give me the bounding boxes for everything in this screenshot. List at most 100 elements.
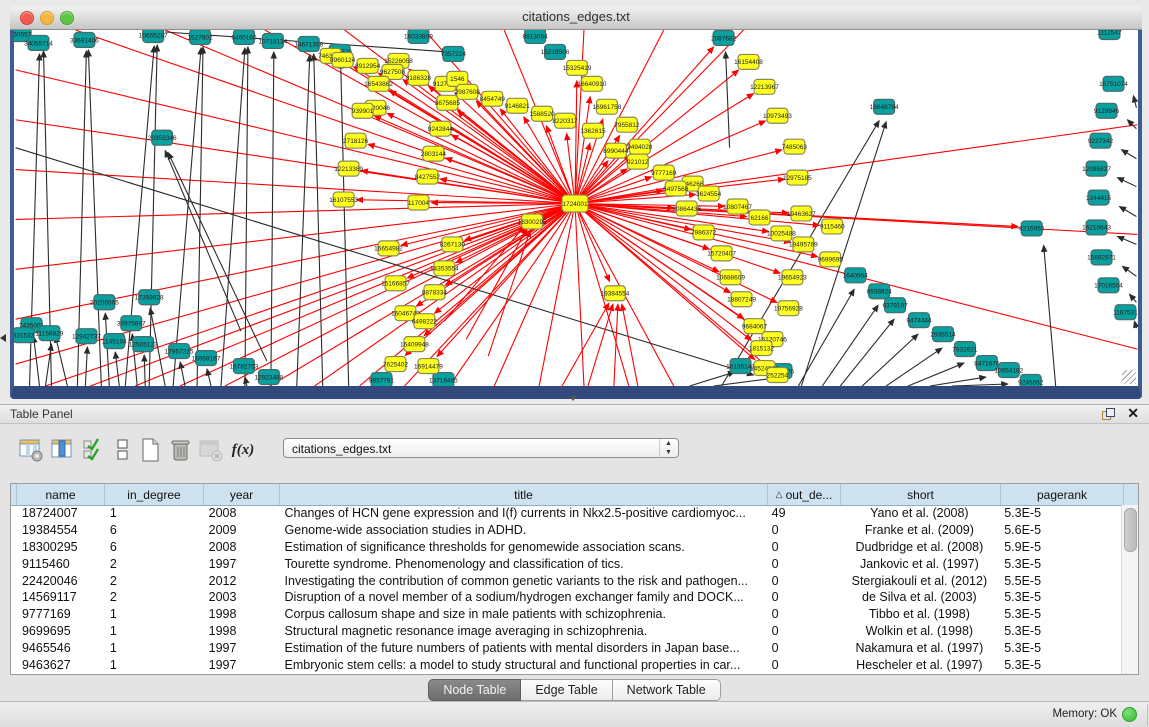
- cell-year[interactable]: 2008: [204, 540, 280, 554]
- cell-name[interactable]: 9463627: [17, 658, 105, 672]
- table-row[interactable]: 1938455462009Genome-wide association stu…: [11, 522, 1122, 539]
- cell-out-de-[interactable]: 0: [767, 607, 840, 621]
- cell-pagerank[interactable]: 5.3E-5: [999, 607, 1122, 621]
- table-row[interactable]: 1830029562008Estimation of significance …: [11, 539, 1122, 556]
- table-settings-icon[interactable]: [18, 436, 44, 464]
- column-visibility-icon[interactable]: [50, 436, 76, 464]
- table-row[interactable]: 977716911998Corpus callosum shape and si…: [11, 606, 1122, 623]
- cell-in-degree[interactable]: 1: [105, 607, 204, 621]
- cell-in-degree[interactable]: 6: [105, 540, 204, 554]
- cell-name[interactable]: 9777169: [17, 607, 105, 621]
- cell-short[interactable]: Franke et al. (2009): [840, 523, 1000, 537]
- cell-short[interactable]: Stergiakouli et al. (2012): [840, 574, 1000, 588]
- cell-pagerank[interactable]: 5.9E-5: [999, 540, 1122, 554]
- cell-year[interactable]: 1997: [204, 658, 280, 672]
- cell-pagerank[interactable]: 5.3E-5: [999, 624, 1122, 638]
- cell-out-de-[interactable]: 0: [767, 523, 840, 537]
- table-row[interactable]: 2242004622012Investigating the contribut…: [11, 572, 1122, 589]
- cell-out-de-[interactable]: 49: [767, 506, 840, 520]
- cell-in-degree[interactable]: 6: [105, 523, 204, 537]
- cell-short[interactable]: Tibbo et al. (1998): [840, 607, 1000, 621]
- column-header-out-de-[interactable]: △out_de...: [768, 484, 841, 505]
- tab-network-table[interactable]: Network Table: [613, 679, 721, 701]
- cell-name[interactable]: 14569117: [17, 590, 105, 604]
- cell-in-degree[interactable]: 2: [105, 574, 204, 588]
- cell-pagerank[interactable]: 5.3E-5: [999, 641, 1122, 655]
- cell-year[interactable]: 1998: [204, 607, 280, 621]
- cell-short[interactable]: Jankovic et al. (1997): [840, 557, 1000, 571]
- table-row[interactable]: 969969511998Structural magnetic resonanc…: [11, 623, 1122, 640]
- cell-pagerank[interactable]: 5.3E-5: [999, 506, 1122, 520]
- divider-handle-icon[interactable]: [569, 396, 577, 401]
- window-resize-grip[interactable]: [1122, 370, 1136, 384]
- network-view[interactable]: 3505573405571433691406106552871527602646…: [14, 30, 1138, 386]
- column-header-pagerank[interactable]: pagerank: [1001, 484, 1124, 505]
- window-title-bar[interactable]: citations_edges.txt: [10, 6, 1142, 30]
- cell-year[interactable]: 2009: [204, 523, 280, 537]
- cell-year[interactable]: 1997: [204, 641, 280, 655]
- cell-in-degree[interactable]: 1: [105, 624, 204, 638]
- column-header-year[interactable]: year: [204, 484, 280, 505]
- cell-name[interactable]: 9465546: [17, 641, 105, 655]
- float-window-icon[interactable]: [1102, 408, 1115, 420]
- column-header-in-degree[interactable]: in_degree: [105, 484, 204, 505]
- cell-short[interactable]: Hescheler et al. (1997): [840, 658, 1000, 672]
- cell-title[interactable]: Corpus callosum shape and size in male p…: [280, 607, 767, 621]
- delete-column-icon[interactable]: [168, 436, 194, 464]
- cell-short[interactable]: Wolkin et al. (1998): [840, 624, 1000, 638]
- row-height-icon[interactable]: [110, 436, 136, 464]
- cell-short[interactable]: Dudbridge et al. (2008): [840, 540, 1000, 554]
- new-column-icon[interactable]: [138, 436, 164, 464]
- cell-title[interactable]: Estimation of significance thresholds fo…: [280, 540, 767, 554]
- cell-title[interactable]: Tourette syndrome. Phenomenology and cla…: [280, 557, 767, 571]
- dropdown-spinner-icon[interactable]: ▲▼: [659, 439, 674, 459]
- function-builder-icon[interactable]: f(x): [230, 436, 256, 464]
- cell-in-degree[interactable]: 1: [105, 641, 204, 655]
- scrollbar-thumb[interactable]: [1124, 508, 1137, 552]
- cell-title[interactable]: Investigating the contribution of common…: [280, 574, 767, 588]
- cell-out-de-[interactable]: 0: [767, 658, 840, 672]
- tab-edge-table[interactable]: Edge Table: [521, 679, 612, 701]
- graph-nodes[interactable]: 3505573405571433691406106552871527602646…: [14, 30, 1138, 386]
- cell-in-degree[interactable]: 2: [105, 557, 204, 571]
- cell-year[interactable]: 2008: [204, 506, 280, 520]
- cell-out-de-[interactable]: 0: [767, 574, 840, 588]
- tab-node-table[interactable]: Node Table: [428, 679, 521, 701]
- cell-short[interactable]: Nakamura et al. (1997): [840, 641, 1000, 655]
- cell-year[interactable]: 1997: [204, 557, 280, 571]
- table-row[interactable]: 1456911722003Disruption of a novel membe…: [11, 589, 1122, 606]
- cell-title[interactable]: Changes of HCN gene expression and I(f) …: [280, 506, 767, 520]
- cell-short[interactable]: Yano et al. (2008): [840, 506, 1000, 520]
- graph-canvas[interactable]: 3505573405571433691406106552871527602646…: [14, 30, 1138, 386]
- cell-in-degree[interactable]: 2: [105, 590, 204, 604]
- cell-title[interactable]: Structural magnetic resonance image aver…: [280, 624, 767, 638]
- memory-ok-indicator-icon[interactable]: [1122, 707, 1137, 722]
- column-header-name[interactable]: name: [17, 484, 105, 505]
- collapsed-panel-arrow-icon[interactable]: [0, 334, 6, 342]
- cell-name[interactable]: 22420046: [17, 574, 105, 588]
- table-row[interactable]: 946554611997Estimation of the future num…: [11, 639, 1122, 656]
- cell-pagerank[interactable]: 5.3E-5: [999, 658, 1122, 672]
- cell-out-de-[interactable]: 0: [767, 641, 840, 655]
- cell-out-de-[interactable]: 0: [767, 540, 840, 554]
- table-selector-dropdown[interactable]: citations_edges.txt ▲▼: [283, 438, 679, 458]
- table-row[interactable]: 1872400712008Changes of HCN gene express…: [11, 505, 1122, 522]
- select-all-icon[interactable]: [82, 436, 108, 464]
- cell-name[interactable]: 18300295: [17, 540, 105, 554]
- cell-name[interactable]: 9115460: [17, 557, 105, 571]
- cell-title[interactable]: Estimation of the future numbers of pati…: [280, 641, 767, 655]
- cell-title[interactable]: Embryonic stem cells: a model to study s…: [280, 658, 767, 672]
- close-panel-icon[interactable]: ✕: [1127, 405, 1139, 422]
- cell-title[interactable]: Genome-wide association studies in ADHD.: [280, 523, 767, 537]
- cell-pagerank[interactable]: 5.6E-5: [999, 523, 1122, 537]
- network-window[interactable]: citations_edges.txt 35055734055714336914…: [10, 6, 1142, 399]
- cell-pagerank[interactable]: 5.3E-5: [999, 557, 1122, 571]
- cell-short[interactable]: de Silva et al. (2003): [840, 590, 1000, 604]
- cell-year[interactable]: 1998: [204, 624, 280, 638]
- column-header-title[interactable]: title: [280, 484, 768, 505]
- cell-name[interactable]: 19384554: [17, 523, 105, 537]
- vertical-scrollbar[interactable]: [1121, 505, 1138, 674]
- cell-out-de-[interactable]: 0: [767, 624, 840, 638]
- cell-in-degree[interactable]: 1: [105, 658, 204, 672]
- cell-pagerank[interactable]: 5.5E-5: [999, 574, 1122, 588]
